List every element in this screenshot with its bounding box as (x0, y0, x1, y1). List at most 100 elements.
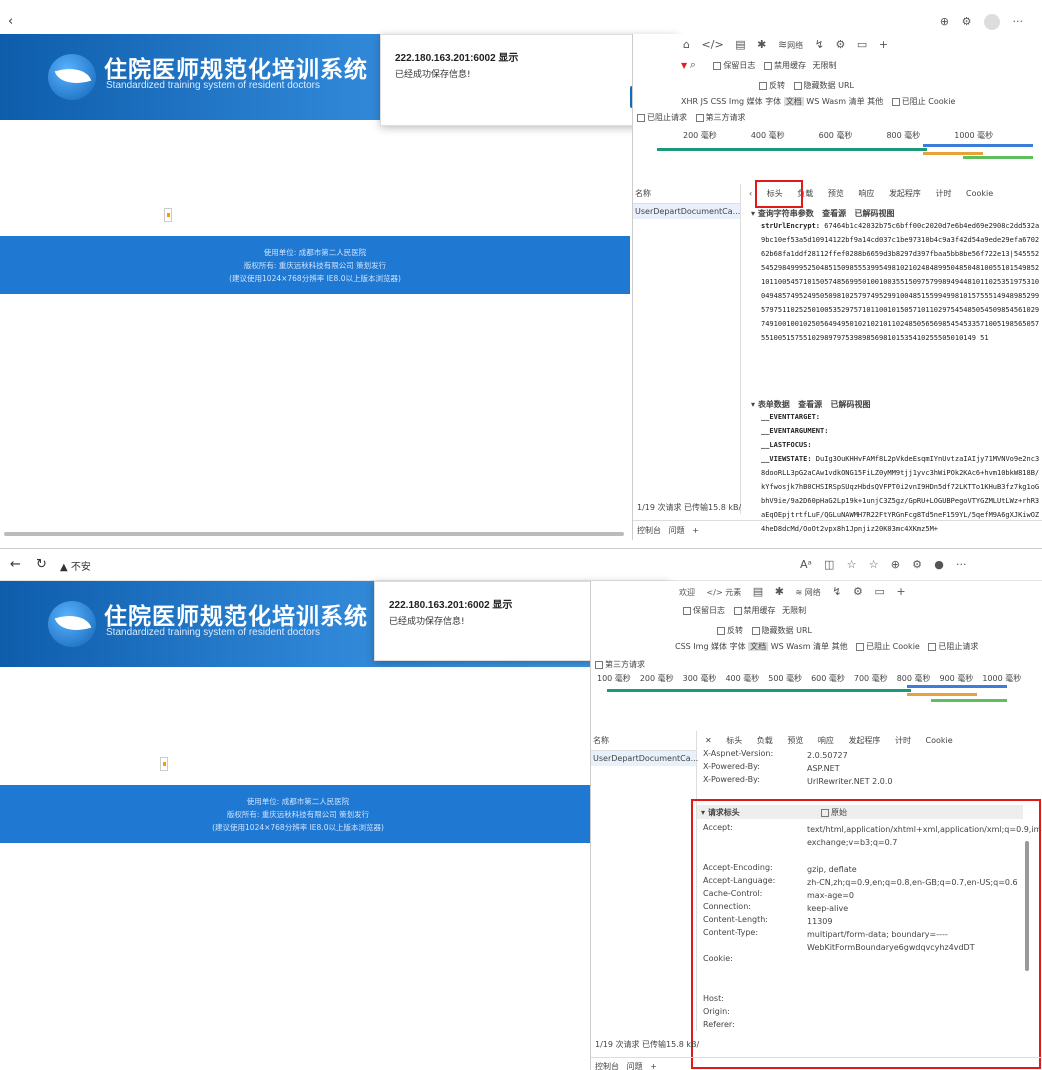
tab-headers-2[interactable]: 标头 (726, 736, 742, 745)
drawer-add-icon-2[interactable]: + (650, 1062, 657, 1070)
view-source-link[interactable]: 查看源 (822, 209, 846, 218)
disable-cache-label: 禁用缓存 (773, 61, 806, 70)
favorite-icon[interactable]: ☆ (847, 558, 857, 571)
timeline-bar-6 (907, 685, 1007, 688)
third-party-checkbox-2[interactable] (595, 660, 603, 669)
split-icon[interactable]: ◫ (824, 558, 834, 571)
throttle-select[interactable]: 无限制 (813, 61, 837, 70)
more-icon-2[interactable]: ··· (956, 558, 967, 571)
bug-icon-2[interactable]: ✱ (775, 585, 784, 598)
tab-initiator-2[interactable]: 发起程序 (848, 736, 880, 745)
back-icon[interactable]: ← (10, 557, 21, 572)
settings-icon-2[interactable]: ⚙ (853, 585, 863, 598)
third-party-checkbox[interactable] (695, 113, 704, 122)
collections-icon[interactable]: ⊕ (940, 15, 949, 28)
form-section[interactable]: ▾ 表单数据 查看源 已解码视图 (751, 399, 1042, 410)
close-icon[interactable]: ‹ (749, 189, 752, 198)
horizontal-scrollbar[interactable] (4, 532, 624, 536)
bug-icon[interactable]: ✱ (757, 38, 766, 51)
profile-icon-2[interactable]: ● (934, 558, 944, 571)
preserve-log-checkbox-2[interactable] (683, 606, 691, 615)
tab-preview-2[interactable]: 预览 (787, 736, 803, 745)
drawer-console-tab-2[interactable]: 控制台 (595, 1062, 619, 1070)
extension-icon-2[interactable]: ⚙ (912, 558, 922, 571)
type-filters-2b[interactable]: WS Wasm 清单 其他 (771, 642, 848, 651)
query-section[interactable]: ▾ 查询字符串参数 查看源 已解码视图 (751, 208, 1042, 219)
tab-cookie-2[interactable]: Cookie (926, 736, 953, 745)
search-icon[interactable]: ⌕ (690, 58, 696, 72)
request-row[interactable]: UserDepartDocumentCa... (633, 204, 740, 219)
console-icon[interactable]: ▤ (735, 38, 745, 51)
view-source-link-2[interactable]: 查看源 (798, 400, 822, 409)
doc-filter[interactable]: 文档 (783, 97, 804, 106)
name-column-header-2[interactable]: 名称 (591, 731, 696, 751)
welcome-tab[interactable]: 欢迎 (679, 587, 695, 598)
refresh-icon[interactable]: ↻ (36, 557, 47, 572)
tab-timing-2[interactable]: 计时 (895, 736, 911, 745)
type-filters-2[interactable]: CSS Img 媒体 字体 (675, 642, 746, 651)
network-icon[interactable]: ≋网络 (778, 38, 803, 51)
home-icon[interactable]: ⌂ (683, 38, 690, 51)
type-filters[interactable]: XHR JS CSS Img 媒体 字体 (681, 97, 781, 106)
tab-response[interactable]: 响应 (858, 189, 874, 198)
tab-timing[interactable]: 计时 (935, 189, 951, 198)
close-icon-2[interactable]: ✕ (705, 736, 712, 745)
drawer-add-icon[interactable]: + (692, 526, 699, 535)
tab-initiator[interactable]: 发起程序 (889, 189, 921, 198)
elements-tab[interactable]: </> 元素 (707, 587, 742, 598)
settings-icon[interactable]: ⚙ (835, 38, 845, 51)
site-subtitle: Standardized training system of resident… (106, 80, 320, 91)
back-arrow-icon[interactable]: ‹ (8, 14, 13, 29)
timeline-tick: 900 毫秒 (939, 674, 974, 683)
blocked-cookie-checkbox[interactable] (891, 97, 900, 106)
tab-cookie[interactable]: Cookie (966, 189, 993, 198)
add-tab-icon[interactable]: + (879, 38, 888, 51)
console-icon-2[interactable]: ▤ (753, 585, 763, 598)
type-filters-b[interactable]: WS Wasm 清单 其他 (806, 97, 883, 106)
view-decoded-link-2[interactable]: 已解码视图 (831, 400, 871, 409)
favorites-bar-icon[interactable]: ☆ (869, 558, 879, 571)
hide-data-url-checkbox[interactable] (793, 81, 802, 90)
elements-icon[interactable]: </> (702, 38, 724, 51)
network-tab-2[interactable]: ≋ 网络 (795, 587, 820, 598)
footer-hint: (建议使用1024×768分辨率 IE8.0以上版本浏览器) (229, 274, 401, 283)
insecure-badge[interactable]: ▲ 不安 (60, 558, 91, 573)
doc-filter-2[interactable]: 文档 (748, 642, 769, 651)
read-aloud-icon[interactable]: Aᵃ (800, 558, 812, 571)
disable-cache-checkbox-2[interactable] (733, 606, 742, 615)
performance-icon[interactable]: ↯ (815, 38, 824, 51)
filter-icon[interactable]: ▼ (681, 61, 687, 70)
disable-cache-checkbox[interactable] (763, 61, 772, 70)
header-value: 2.0.50727 (807, 751, 848, 760)
footer-copyright-2: 版权所有: 重庆远秋科技有限公司 策划发行 (226, 810, 370, 819)
hide-data-url-checkbox-2[interactable] (751, 626, 760, 635)
invert-checkbox-2[interactable] (717, 626, 725, 635)
performance-icon-2[interactable]: ↯ (832, 585, 841, 598)
extension-icon[interactable]: ⚙ (962, 15, 972, 28)
name-column-header[interactable]: 名称 (633, 184, 740, 204)
devtools-panel-2: 欢迎 </> 元素 ▤ ✱ ≋ 网络 ↯ ⚙ ▭ + 保留日志 禁用缓存 无限制… (590, 581, 1042, 1070)
view-decoded-link[interactable]: 已解码视图 (855, 209, 895, 218)
blocked-request-checkbox[interactable] (637, 113, 645, 122)
throttle-select-2[interactable]: 无限制 (782, 606, 806, 615)
tab-preview[interactable]: 预览 (828, 189, 844, 198)
site-logo (48, 54, 96, 100)
blocked-request-checkbox-2[interactable] (928, 642, 937, 651)
blocked-cookie-checkbox-2[interactable] (856, 642, 865, 651)
add-tab-icon-2[interactable]: + (896, 585, 905, 598)
profile-avatar-icon[interactable] (984, 14, 1000, 30)
drawer-console-tab[interactable]: 控制台 (637, 526, 661, 535)
invert-checkbox[interactable] (759, 81, 767, 90)
tab-payload-2[interactable]: 负载 (757, 736, 773, 745)
tab-response-2[interactable]: 响应 (818, 736, 834, 745)
more-icon[interactable]: ··· (1013, 15, 1024, 28)
collections-icon-2[interactable]: ⊕ (891, 558, 900, 571)
panel-icon-2[interactable]: ▭ (874, 585, 884, 598)
panel-icon[interactable]: ▭ (857, 38, 867, 51)
preserve-log-checkbox[interactable] (713, 61, 722, 70)
drawer-issues-tab[interactable]: 问题 (669, 526, 685, 535)
request-row-2[interactable]: UserDepartDocumentCa... (591, 751, 698, 766)
str-key: strUrlEncrypt: (761, 222, 821, 230)
filter-row-1: 反转 隐藏数据 URL (753, 80, 1042, 92)
drawer-issues-tab-2[interactable]: 问题 (627, 1062, 643, 1070)
